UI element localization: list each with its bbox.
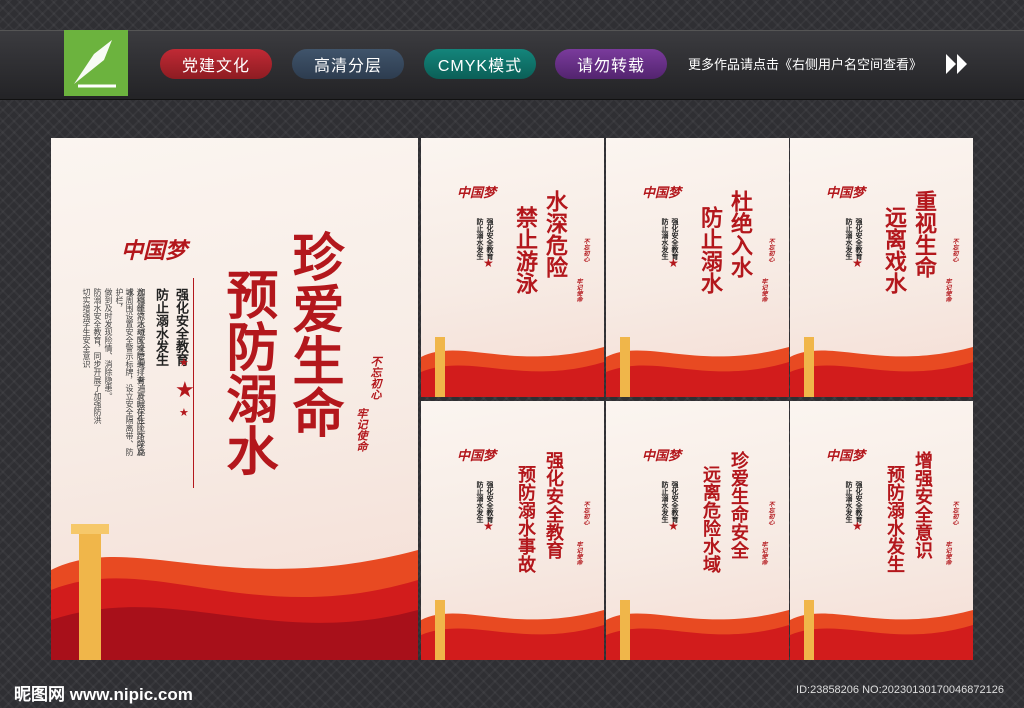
poster-subtitle-2: 防止溺水发生 [845,218,854,260]
poster-title-line2: 预防溺水事故 [515,465,536,573]
seal-text-1: 不忘初心 [582,501,589,525]
poster-title-line1: 重视生命 [911,190,937,278]
body-line-4: 做到及时发现险情、消除隐患。 [104,288,113,400]
double-arrow-icon[interactable] [944,52,970,80]
poster-title-line1: 水深危险 [542,190,568,278]
star-icon: ★ [668,519,679,533]
china-dream-logo: 中国梦 [826,186,866,201]
seal-text-1: 不忘初心 [767,501,774,525]
star-icon: ★ [668,256,679,270]
seal-text-2: 牢记使命 [760,278,767,302]
poster-subtitle-1: 强化安全教育 [486,218,495,260]
seal-text-1: 不忘初心 [767,238,774,262]
seal-text-1: 不忘初心 [582,238,589,262]
poster-subtitle-1: 强化安全教育 [173,288,188,366]
star-icon: ★ [179,356,189,369]
poster-subtitle-2: 防止溺水发生 [845,481,854,523]
poster-title-line2: 防止溺水 [697,206,723,294]
poster-title-line1: 珍爱生命 [283,230,344,438]
seal-text-2: 牢记使命 [575,541,582,565]
poster-subtitle-2: 防止溺水发生 [153,288,168,366]
china-dream-logo: 中国梦 [457,186,497,201]
poster-title-line2: 远离危险水域 [700,465,721,573]
poster-title-line2: 禁止游泳 [512,206,538,294]
star-icon: ★ [852,256,863,270]
star-icon: ★ [175,378,195,403]
poster-5: 中国梦 珍爱生命安全 远离危险水域 强化安全教育 防止溺水发生 ★ 不忘初心 牢… [606,401,789,660]
red-ribbon-waves [606,337,789,397]
tag-hd-layered[interactable]: 高清分层 [292,49,404,79]
more-works-link[interactable]: 更多作品请点击《右侧用户名空间查看》 [688,54,922,73]
china-dream-logo: 中国梦 [826,449,866,464]
red-ribbon-waves [790,600,973,660]
china-dream-logo: 中国梦 [457,449,497,464]
poster-title-line1: 强化安全教育 [543,451,564,559]
star-icon: ★ [483,519,494,533]
poster-subtitle-2: 防止溺水发生 [476,481,485,523]
poster-subtitle-1: 强化安全教育 [671,218,680,260]
seal-text-2: 牢记使命 [355,408,368,452]
image-id: ID:23858206 NO:20230130170046872126 [796,684,1004,696]
poster-title-line2: 预防溺水发生 [884,465,905,573]
tag-no-repost[interactable]: 请勿转载 [555,49,667,79]
china-dream-logo: 中国梦 [642,449,682,464]
seal-text-1: 不忘初心 [951,238,958,262]
red-ribbon-waves [790,337,973,397]
poster-title-line1: 珍爱生命安全 [728,451,749,559]
star-icon: ★ [483,256,494,270]
poster-subtitle-1: 强化安全教育 [671,481,680,523]
poster-subtitle-1: 强化安全教育 [486,481,495,523]
tag-cmyk-mode[interactable]: CMYK模式 [424,49,536,79]
seal-text-1: 不忘初心 [951,501,958,525]
body-line-5: 防溺水安全教育，同步开展了加强防洪 [93,288,102,424]
poster-2: 中国梦 杜绝入水 防止溺水 强化安全教育 防止溺水发生 ★ 不忘初心 牢记使命 [606,138,789,397]
red-ribbon-waves [606,600,789,660]
poster-title-line1: 杜绝入水 [727,190,753,278]
poster-3: 中国梦 重视生命 远离戏水 强化安全教育 防止溺水发生 ★ 不忘初心 牢记使命 [790,138,973,397]
poster-subtitle-2: 防止溺水发生 [661,481,670,523]
poster-6: 中国梦 增强安全意识 预防溺水发生 强化安全教育 防止溺水发生 ★ 不忘初心 牢… [790,401,973,660]
poster-4: 中国梦 强化安全教育 预防溺水事故 强化安全教育 防止溺水发生 ★ 不忘初心 牢… [421,401,604,660]
red-ribbon-waves [421,600,604,660]
china-dream-logo: 中国梦 [642,186,682,201]
site-watermark: 昵图网 www.nipic.com [14,685,193,704]
seal-text-1: 不忘初心 [369,356,382,400]
site-logo[interactable] [64,30,128,96]
poster-subtitle-2: 防止溺水发生 [661,218,670,260]
china-dream-logo: 中国梦 [121,238,188,264]
star-icon: ★ [179,406,189,419]
body-line-3: 域周围设置安全警示标牌，设立安全隔离带、防护栏， [115,288,134,456]
seal-text-2: 牢记使命 [944,541,951,565]
red-ribbon-waves [421,337,604,397]
poster-subtitle-2: 防止溺水发生 [476,218,485,260]
poster-subtitle-1: 强化安全教育 [855,218,864,260]
seal-text-2: 牢记使命 [760,541,767,565]
poster-title-line2: 远离戏水 [881,206,907,294]
poster-title-line1: 增强安全意识 [912,451,933,559]
body-line-6: 切实增强学生安全意识 [82,288,91,368]
red-ribbon-waves [51,524,418,660]
seal-text-2: 牢记使命 [944,278,951,302]
poster-title-line2: 预防溺水 [217,268,278,476]
poster-subtitle-1: 强化安全教育 [855,481,864,523]
tag-party-culture[interactable]: 党建文化 [160,49,272,79]
main-poster: 中国梦 珍爱生命 预防溺水 强化安全教育 防止溺水发生 ★ ★ ★ 不忘初心 牢… [51,138,418,660]
poster-1: 中国梦 水深危险 禁止游泳 强化安全教育 防止溺水发生 ★ 不忘初心 牢记使命 [421,138,604,397]
star-icon: ★ [852,519,863,533]
seal-text-2: 牢记使命 [575,278,582,302]
